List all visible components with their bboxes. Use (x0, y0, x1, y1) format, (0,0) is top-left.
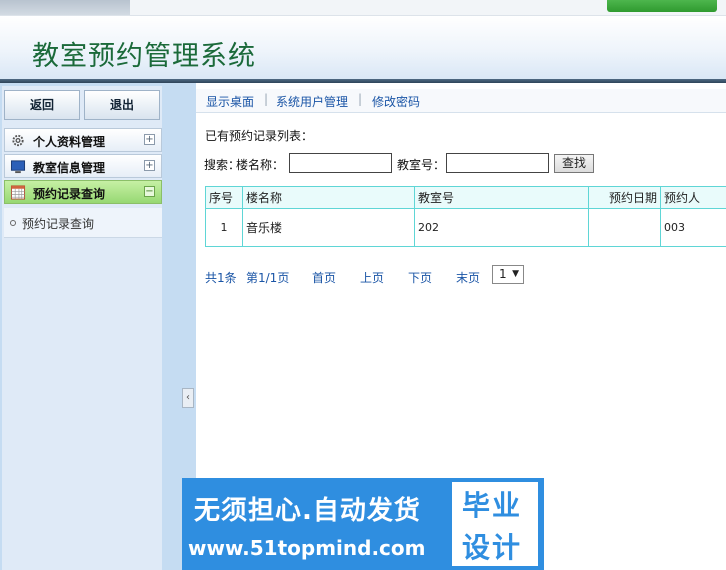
pager-prev[interactable]: 上页 (360, 269, 384, 286)
nav-separator: | (264, 92, 269, 106)
bullet-icon (10, 220, 16, 226)
page-select-value: 1 (499, 267, 507, 281)
expand-icon[interactable]: + (144, 134, 155, 145)
top-strip-green-button[interactable] (607, 0, 717, 12)
sidebar-item-reservation[interactable]: 预约记录查询 − (4, 180, 162, 204)
watermark-banner: 无须担心.自动发货 www.51topmind.com 毕业 设计 (182, 478, 544, 570)
sidebar-panel: 返回 退出 个人资料管理 + 教室信息管理 + 预约记录查询 − 预约记录查询 (2, 86, 162, 570)
chevron-down-icon: ▼ (512, 269, 519, 279)
banner-logo-top: 毕业 (462, 489, 523, 522)
search-prefix: 搜索： (204, 158, 241, 172)
sidebar-item-label: 个人资料管理 (33, 135, 106, 149)
collapse-sidebar-icon[interactable]: ‹ (182, 388, 194, 408)
nav-user-management[interactable]: 系统用户管理 (276, 93, 348, 110)
collapse-icon[interactable]: − (144, 186, 155, 197)
column-header: 预约日期 (588, 186, 661, 209)
logout-button[interactable]: 退出 (84, 90, 160, 120)
banner-url: www.51topmind.com (188, 536, 426, 560)
cell-room: 202 (414, 208, 589, 247)
page-header: 教室预约管理系统 (0, 16, 726, 80)
gear-icon (12, 134, 24, 147)
search-button[interactable]: 查找 (554, 154, 594, 173)
sidebar: 返回 退出 个人资料管理 + 教室信息管理 + 预约记录查询 − 预约记录查询 (0, 83, 182, 570)
expand-icon[interactable]: + (144, 160, 155, 171)
column-header: 预约人 (660, 186, 726, 209)
top-strip-dark-area (0, 0, 130, 15)
page-select[interactable]: 1 ▼ (492, 265, 524, 284)
column-header: 楼名称 (242, 186, 415, 209)
table-header-row: 序号 楼名称 教室号 预约日期 预约人 (205, 186, 726, 209)
page: 教室预约管理系统 返回 退出 个人资料管理 + 教室信息管理 + 预约记录查询 … (0, 0, 726, 570)
sidebar-subitem-label: 预约记录查询 (22, 217, 95, 231)
banner-slogan: 无须担心.自动发货 (194, 496, 421, 526)
room-label: 教室号： (397, 158, 446, 172)
list-title: 已有预约记录列表： (205, 129, 314, 143)
back-button[interactable]: 返回 (4, 90, 80, 120)
pagination: 共1条 第1/1页 首页 上页 下页 末页 1 ▼ (205, 265, 725, 287)
sidebar-item-classroom[interactable]: 教室信息管理 + (4, 154, 162, 178)
browser-top-strip (0, 0, 726, 16)
sidebar-item-profile[interactable]: 个人资料管理 + (4, 128, 162, 152)
banner-logo-box: 毕业 设计 (450, 480, 540, 568)
nav-show-desktop[interactable]: 显示桌面 (206, 93, 254, 110)
cell-user: 003 (660, 208, 726, 247)
sidebar-subitem-reservation-query[interactable]: 预约记录查询 (4, 208, 162, 238)
top-nav: 显示桌面 | 系统用户管理 | 修改密码 (196, 89, 726, 113)
nav-change-password[interactable]: 修改密码 (372, 93, 420, 110)
nav-separator: | (358, 92, 363, 106)
column-header: 教室号 (414, 186, 589, 209)
pager-page: 第1/1页 (246, 271, 290, 285)
search-bar: 搜索： 楼名称： 教室号： 查找 (204, 153, 724, 175)
sidebar-item-label: 预约记录查询 (33, 187, 106, 201)
app-title: 教室预约管理系统 (32, 41, 256, 72)
pager-total: 共1条 (205, 271, 237, 285)
pager-last[interactable]: 末页 (456, 269, 480, 286)
monitor-icon (10, 160, 26, 174)
sidebar-item-label: 教室信息管理 (33, 161, 106, 175)
pager-next[interactable]: 下页 (408, 269, 432, 286)
building-input[interactable] (289, 153, 392, 173)
cell-building: 音乐楼 (242, 208, 415, 247)
room-input[interactable] (446, 153, 549, 173)
reservation-table: 序号 楼名称 教室号 预约日期 预约人 1 音乐楼 202 003 (205, 186, 726, 247)
cell-date (588, 208, 661, 247)
calendar-icon (10, 185, 26, 200)
pager-first[interactable]: 首页 (312, 269, 336, 286)
building-label: 楼名称： (236, 158, 285, 172)
table-row[interactable]: 1 音乐楼 202 003 (205, 208, 726, 247)
banner-logo-bottom: 设计 (462, 531, 523, 564)
cell-index: 1 (205, 208, 243, 247)
column-header: 序号 (205, 186, 243, 209)
